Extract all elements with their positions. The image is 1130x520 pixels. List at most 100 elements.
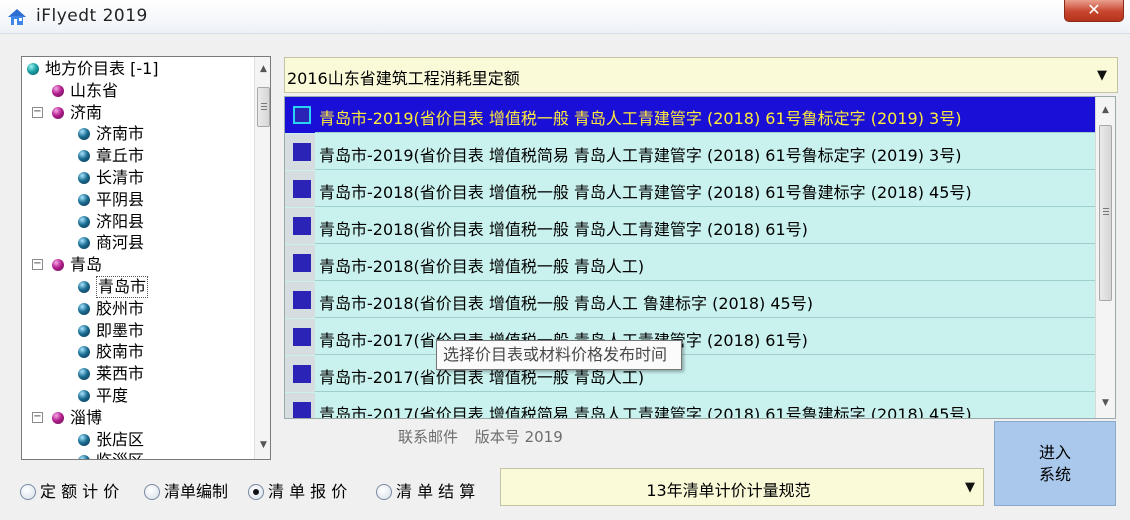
enter-button-line1: 进入 <box>1038 443 1071 462</box>
tree-item[interactable]: 章丘市 <box>22 145 254 167</box>
collapse-icon[interactable]: − <box>32 259 43 271</box>
row-gutter <box>285 208 315 244</box>
square-icon <box>293 254 311 272</box>
tree-item[interactable]: 青岛市 <box>22 276 254 298</box>
quota-select-value: 2016山东省建筑工程消耗里定额 <box>287 69 520 88</box>
list-item[interactable]: 青岛市-2019(省价目表 增值税一般 青岛人工青建管字 (2018) 61号鲁… <box>285 97 1095 133</box>
radio-label: 清 单 结 算 <box>396 482 476 501</box>
list-item[interactable]: 青岛市-2017(省价目表 增值税一般 青岛人工) <box>285 356 1095 392</box>
close-icon[interactable]: ✕ <box>1087 0 1100 19</box>
list-item-text: 青岛市-2018(省价目表 增值税一般 青岛人工 鲁建标字 (2018) 45号… <box>319 294 813 313</box>
tree-item[interactable]: 胶州市 <box>22 298 254 320</box>
tree-item[interactable]: 长清市 <box>22 167 254 189</box>
window-title: iFlyedt 2019 <box>36 6 148 26</box>
list-item[interactable]: 青岛市-2018(省价目表 增值税一般 青岛人工 鲁建标字 (2018) 45号… <box>285 282 1095 318</box>
tree-item-label: 地方价目表 [-1] <box>45 59 159 78</box>
row-gutter <box>285 282 315 318</box>
collapse-icon[interactable]: − <box>32 106 43 118</box>
tree-item[interactable]: 山东省 <box>22 80 254 102</box>
tree-scroll-thumb[interactable] <box>257 87 270 127</box>
contact-email-label[interactable]: 联系邮件 <box>398 428 458 446</box>
list-item-text: 青岛市-2018(省价目表 增值税一般 青岛人工) <box>319 257 645 276</box>
region-tree-content: 地方价目表 [-1] 山东省 − 济南 济南市 章丘市 长清市 平阴县 济阳县 商河县 − 青岛 青岛市… <box>22 57 254 459</box>
tree-item-label: 济阳县 <box>96 211 145 231</box>
region-tree[interactable]: 地方价目表 [-1] 山东省 − 济南 济南市 章丘市 长清市 平阴县 济阳县 商河县 − 青岛 青岛市… <box>21 56 271 460</box>
square-icon <box>293 143 311 161</box>
scroll-up-icon[interactable]: ▲ <box>1097 102 1114 119</box>
quota-select[interactable]: 2016山东省建筑工程消耗里定额 ▼ <box>284 57 1118 93</box>
list-item[interactable]: 青岛市-2018(省价目表 增值税一般 青岛人工青建管字 (2018) 61号鲁… <box>285 171 1095 207</box>
tree-item[interactable]: 临淄区 <box>22 450 254 459</box>
close-button[interactable]: ✕ <box>1064 0 1124 22</box>
tree-item[interactable]: 商河县 <box>22 232 254 254</box>
tree-item[interactable]: 莱西市 <box>22 363 254 385</box>
square-icon <box>293 217 311 235</box>
tree-item[interactable]: 平阴县 <box>22 189 254 211</box>
scroll-down-icon[interactable]: ▼ <box>1097 395 1114 412</box>
radio-label: 清 单 报 价 <box>268 482 348 501</box>
tree-item[interactable]: 胶南市 <box>22 341 254 363</box>
radio-circle[interactable] <box>376 484 392 500</box>
tree-item-label: 胶州市 <box>96 298 145 318</box>
enter-button-line2: 系统 <box>1038 465 1071 484</box>
row-gutter <box>285 97 315 133</box>
magenta-dot-icon <box>52 411 64 424</box>
spec-select[interactable]: 13年清单计价计量规范 ▼ <box>500 468 984 506</box>
list-item[interactable]: 青岛市-2019(省价目表 增值税简易 青岛人工青建管字 (2018) 61号鲁… <box>285 134 1095 170</box>
row-gutter <box>285 356 315 392</box>
tree-item[interactable]: 济阳县 <box>22 211 254 233</box>
list-item-text: 青岛市-2018(省价目表 增值税一般 青岛人工青建管字 (2018) 61号鲁… <box>319 183 972 202</box>
magenta-dot-icon <box>52 84 64 97</box>
row-gutter <box>285 245 315 281</box>
list-item[interactable]: 青岛市-2017(省价目表 增值税简易 青岛人工青建管字 (2018) 61号鲁… <box>285 393 1095 419</box>
spec-select-value: 13年清单计价计量规范 <box>646 481 811 500</box>
title-bar: iFlyedt 2019 ✕ <box>0 0 1130 34</box>
navy-dot-icon <box>78 455 90 459</box>
tree-item[interactable]: − 济南 <box>22 102 254 124</box>
scroll-up-icon[interactable]: ▲ <box>255 61 270 78</box>
tree-item-label: 胶南市 <box>96 342 145 362</box>
navy-dot-icon <box>78 433 90 446</box>
list-scrollbar[interactable]: ▲ ▼ <box>1095 97 1115 418</box>
dropdown-arrow-icon[interactable]: ▼ <box>965 480 975 495</box>
square-icon <box>293 180 311 198</box>
footer-info: 联系邮件 版本号 2019 <box>398 426 575 447</box>
dropdown-arrow-icon[interactable]: ▼ <box>1097 68 1107 83</box>
navy-dot-icon <box>78 368 90 381</box>
magenta-dot-icon <box>52 259 64 272</box>
navy-dot-icon <box>78 390 90 402</box>
tree-item[interactable]: 济南市 <box>22 123 254 145</box>
tree-item[interactable]: 张店区 <box>22 429 254 451</box>
navy-dot-icon <box>78 346 90 359</box>
radio-label: 清单编制 <box>164 482 229 501</box>
tree-scrollbar[interactable]: ▲ ▼ <box>254 57 270 459</box>
list-item[interactable]: 青岛市-2017(省价目表 增值税一般 青岛人工青建管字 (2018) 61号) <box>285 319 1095 355</box>
row-gutter <box>285 134 315 170</box>
tree-item-label: 章丘市 <box>96 146 145 166</box>
collapse-icon[interactable]: − <box>32 411 43 423</box>
scroll-down-icon[interactable]: ▼ <box>255 437 270 454</box>
tree-item[interactable]: 地方价目表 [-1] <box>22 58 254 80</box>
tree-item[interactable]: − 青岛 <box>22 254 254 276</box>
tree-item-label: 平阴县 <box>96 189 145 209</box>
tree-item-label: 即墨市 <box>96 320 145 340</box>
tree-item-label: 山东省 <box>70 80 119 100</box>
tree-item[interactable]: 平度 <box>22 385 254 407</box>
list-item-text: 青岛市-2017(省价目表 增值税简易 青岛人工青建管字 (2018) 61号鲁… <box>319 405 972 419</box>
radio-circle[interactable] <box>20 484 36 500</box>
list-item[interactable]: 青岛市-2018(省价目表 增值税一般 青岛人工青建管字 (2018) 61号) <box>285 208 1095 244</box>
radio-label: 定 额 计 价 <box>40 482 120 501</box>
row-gutter <box>285 319 315 355</box>
tree-item[interactable]: 即墨市 <box>22 320 254 342</box>
list-item[interactable]: 青岛市-2018(省价目表 增值税一般 青岛人工) <box>285 245 1095 281</box>
navy-dot-icon <box>78 128 90 141</box>
teal-dot-icon <box>27 63 39 75</box>
radio-circle[interactable] <box>248 484 264 500</box>
list-item-text: 青岛市-2018(省价目表 增值税一般 青岛人工青建管字 (2018) 61号) <box>319 220 808 239</box>
enter-system-button[interactable]: 进入 系统 <box>994 421 1116 506</box>
tree-item[interactable]: − 淄博 <box>22 407 254 429</box>
tree-item-label: 济南 <box>70 102 103 122</box>
price-list[interactable]: 青岛市-2019(省价目表 增值税一般 青岛人工青建管字 (2018) 61号鲁… <box>284 96 1116 419</box>
list-scroll-thumb[interactable] <box>1099 125 1112 301</box>
radio-circle[interactable] <box>144 484 160 500</box>
